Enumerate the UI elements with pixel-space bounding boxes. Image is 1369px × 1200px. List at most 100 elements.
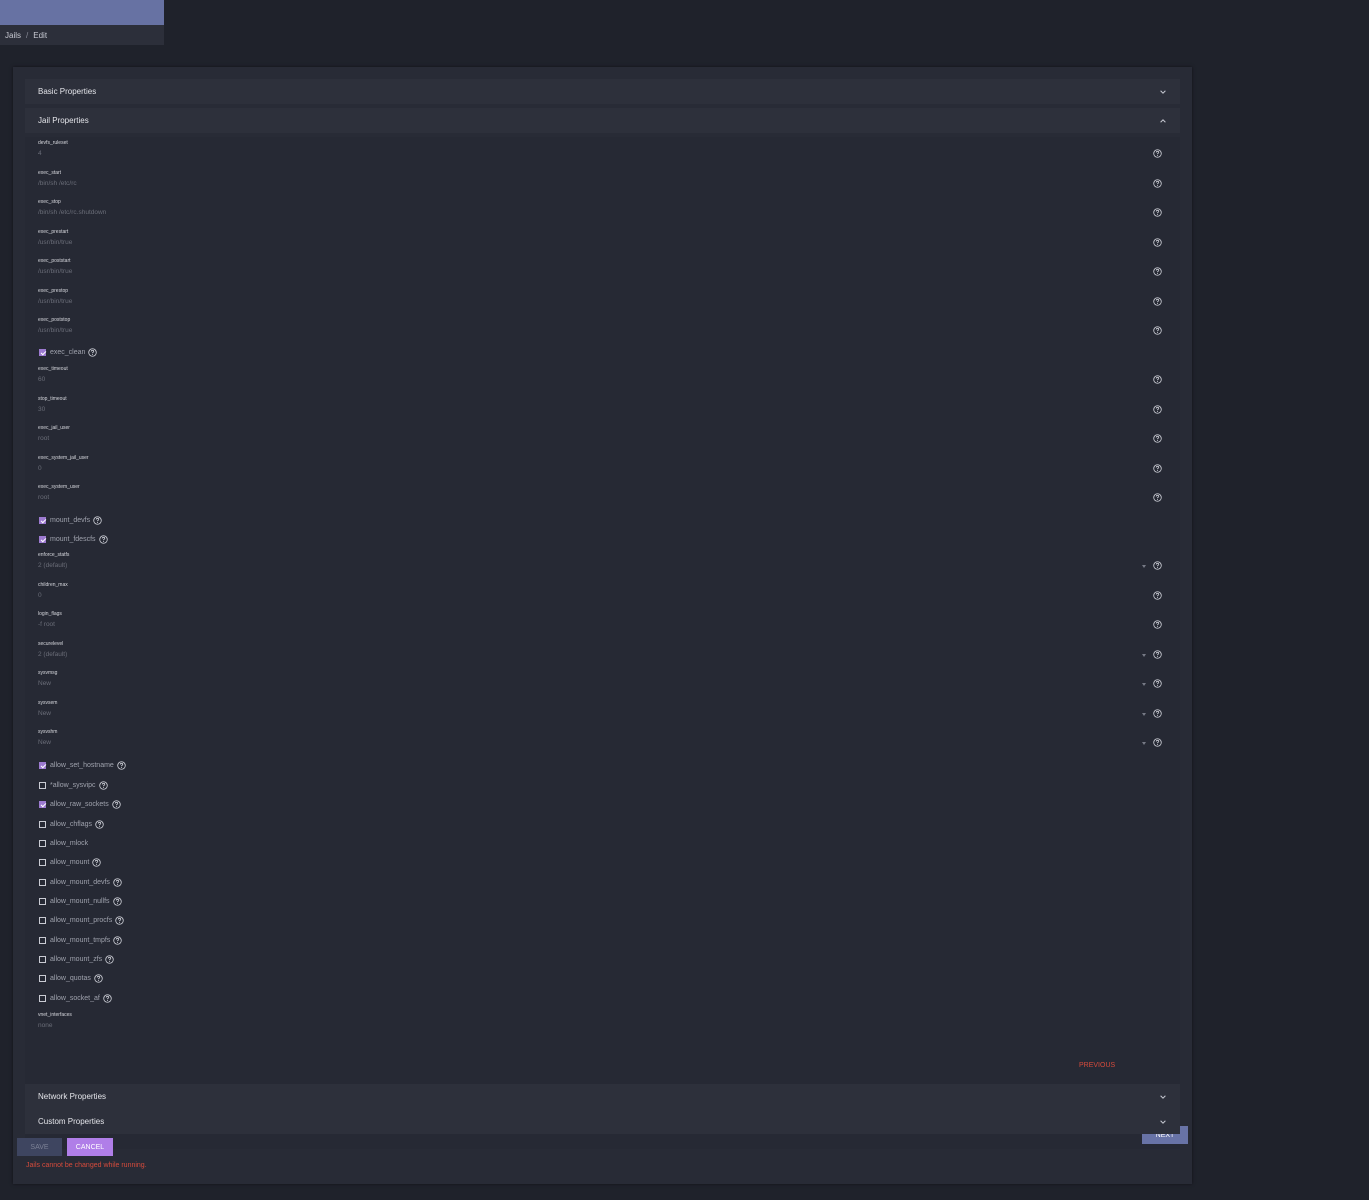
dropdown-caret-icon[interactable] [1142, 683, 1146, 686]
field-value[interactable]: root [38, 435, 49, 442]
help-circle-icon[interactable] [113, 877, 122, 887]
panel-network-properties[interactable]: Network Properties [25, 1084, 1180, 1109]
dropdown-caret-icon[interactable] [1142, 742, 1146, 745]
field-children-max[interactable]: children_max 0 [38, 582, 1168, 612]
save-button[interactable]: SAVE [17, 1138, 62, 1156]
help-circle-icon[interactable] [1153, 464, 1162, 473]
field-value[interactable]: New [38, 680, 51, 687]
help-circle-icon[interactable] [1153, 620, 1162, 629]
select-sysvmsg[interactable]: sysvmsg New [38, 670, 1168, 700]
panel-custom-properties[interactable]: Custom Properties [25, 1109, 1180, 1134]
dropdown-caret-icon[interactable] [1142, 565, 1146, 568]
checkbox-allow-mount-procfs[interactable]: allow_mount_procfs [39, 913, 124, 927]
checkbox-allow-mount-nullfs[interactable]: allow_mount_nullfs [39, 894, 122, 908]
help-circle-icon[interactable] [1153, 297, 1162, 306]
chevron-down-icon[interactable] [1158, 1092, 1168, 1102]
field-value[interactable]: 0 [38, 592, 42, 599]
field-value[interactable]: 60 [38, 376, 45, 383]
field-exec-system-jail-user[interactable]: exec_system_jail_user 0 [38, 455, 1168, 485]
panel-jail-properties[interactable]: Jail Properties [25, 108, 1180, 133]
field-value[interactable]: none [38, 1022, 52, 1029]
help-circle-icon[interactable] [115, 915, 124, 925]
select-sysvsem[interactable]: sysvsem New [38, 700, 1168, 730]
chevron-up-icon[interactable] [1158, 116, 1168, 126]
help-circle-icon[interactable] [93, 515, 102, 525]
field-value[interactable]: 30 [38, 406, 45, 413]
field-value[interactable]: /usr/bin/true [38, 239, 72, 246]
field-exec-start[interactable]: exec_start /bin/sh /etc/rc [38, 170, 1168, 200]
field-value[interactable]: New [38, 739, 51, 746]
dropdown-caret-icon[interactable] [1142, 713, 1146, 716]
help-circle-icon[interactable] [1153, 561, 1162, 570]
field-exec-timeout[interactable]: exec_timeout 60 [38, 366, 1168, 396]
panel-basic-properties[interactable]: Basic Properties [25, 79, 1180, 104]
help-circle-icon[interactable] [105, 954, 114, 964]
checkbox-allow-set-hostname[interactable]: allow_set_hostname [39, 758, 126, 772]
checkbox-box[interactable] [39, 535, 46, 543]
field-value[interactable]: New [38, 710, 51, 717]
checkbox-allow-sysvipc[interactable]: *allow_sysvipc [39, 778, 108, 792]
help-circle-icon[interactable] [1153, 679, 1162, 688]
chevron-down-icon[interactable] [1158, 1117, 1168, 1127]
help-circle-icon[interactable] [1153, 650, 1162, 659]
checkbox-allow-quotas[interactable]: allow_quotas [39, 971, 103, 985]
field-value[interactable]: root [38, 494, 49, 501]
checkbox-allow-mount[interactable]: allow_mount [39, 855, 101, 869]
checkbox-allow-mount-tmpfs[interactable]: allow_mount_tmpfs [39, 933, 122, 947]
field-exec-prestart[interactable]: exec_prestart /usr/bin/true [38, 229, 1168, 259]
help-circle-icon[interactable] [1153, 326, 1162, 335]
help-circle-icon[interactable] [1153, 149, 1162, 158]
checkbox-allow-raw-sockets[interactable]: allow_raw_sockets [39, 797, 121, 811]
help-circle-icon[interactable] [98, 534, 108, 544]
checkbox-box[interactable] [39, 936, 46, 944]
field-exec-jail-user[interactable]: exec_jail_user root [38, 425, 1168, 455]
checkbox-box[interactable] [39, 897, 46, 905]
chevron-down-icon[interactable] [1158, 87, 1168, 97]
field-value[interactable]: -f root [38, 621, 55, 628]
checkbox-box[interactable] [39, 916, 46, 924]
field-value[interactable]: 2 (default) [38, 651, 67, 658]
help-circle-icon[interactable] [1153, 405, 1162, 414]
help-circle-icon[interactable] [113, 935, 122, 945]
checkbox-box[interactable] [39, 348, 46, 356]
help-circle-icon[interactable] [1153, 493, 1162, 502]
checkbox-box[interactable] [39, 994, 46, 1002]
field-value[interactable]: /usr/bin/true [38, 298, 72, 305]
checkbox-box[interactable] [39, 878, 46, 886]
field-exec-system-user[interactable]: exec_system_user root [38, 484, 1168, 514]
previous-button[interactable]: PREVIOUS [1079, 1062, 1115, 1069]
help-circle-icon[interactable] [88, 347, 98, 357]
help-circle-icon[interactable] [1153, 179, 1162, 188]
dropdown-caret-icon[interactable] [1142, 654, 1146, 657]
help-circle-icon[interactable] [94, 973, 103, 983]
help-circle-icon[interactable] [1153, 238, 1162, 247]
checkbox-box[interactable] [39, 820, 46, 828]
field-value[interactable]: 0 [38, 465, 42, 472]
field-exec-poststart[interactable]: exec_poststart /usr/bin/true [38, 258, 1168, 288]
select-securelevel[interactable]: securelevel 2 (default) [38, 641, 1168, 671]
checkbox-box[interactable] [39, 839, 46, 847]
help-circle-icon[interactable] [1153, 375, 1162, 384]
checkbox-allow-mlock[interactable]: allow_mlock [39, 836, 88, 850]
select-enforce-statfs[interactable]: enforce_statfs 2 (default) [38, 552, 1168, 582]
checkbox-box[interactable] [39, 955, 46, 963]
field-value[interactable]: /usr/bin/true [38, 327, 72, 334]
help-circle-icon[interactable] [98, 780, 108, 790]
help-circle-icon[interactable] [117, 760, 126, 770]
cancel-button[interactable]: CANCEL [67, 1138, 113, 1156]
help-circle-icon[interactable] [1153, 709, 1162, 718]
checkbox-mount-devfs[interactable]: mount_devfs [39, 513, 102, 527]
help-circle-icon[interactable] [1153, 434, 1162, 443]
field-devfs-ruleset[interactable]: devfs_ruleset 4 [38, 140, 1168, 170]
breadcrumb-jails[interactable]: Jails [5, 31, 21, 40]
checkbox-exec-clean[interactable]: exec_clean [39, 345, 98, 359]
field-value[interactable]: 4 [38, 150, 42, 157]
field-value[interactable]: /bin/sh /etc/rc.shutdown [38, 209, 106, 216]
select-sysvshm[interactable]: sysvshm New [38, 729, 1168, 759]
help-circle-icon[interactable] [92, 857, 101, 867]
field-exec-prestop[interactable]: exec_prestop /usr/bin/true [38, 288, 1168, 318]
checkbox-box[interactable] [39, 761, 46, 769]
help-circle-icon[interactable] [95, 819, 104, 829]
checkbox-box[interactable] [39, 858, 46, 866]
field-vnet-interfaces[interactable]: vnet_interfaces none [38, 1012, 1168, 1042]
